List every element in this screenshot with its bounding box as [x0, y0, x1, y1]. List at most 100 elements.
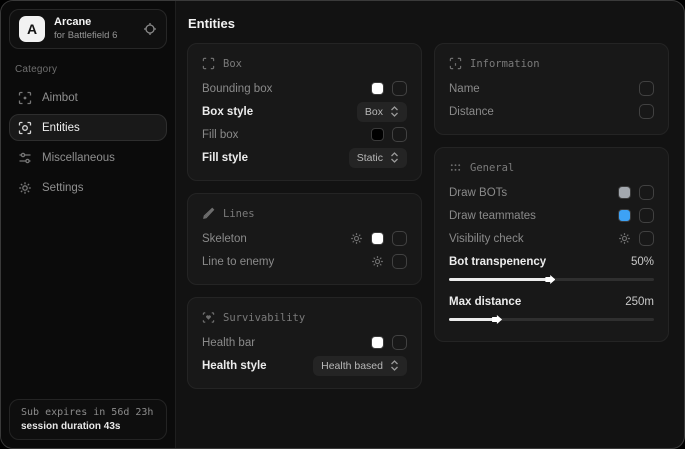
- line-to-enemy-row: Line to enemy: [202, 250, 407, 273]
- page-title: Entities: [188, 16, 669, 31]
- row-label: Line to enemy: [202, 256, 274, 268]
- health-style-row: Health style Health based: [202, 354, 407, 377]
- slider-fill: [449, 278, 547, 281]
- visibility-check-settings-gear-icon[interactable]: [618, 232, 631, 245]
- aimbot-crosshair-icon: [18, 91, 32, 105]
- section-title: Lines: [223, 208, 255, 220]
- bounding-box-row: Bounding box: [202, 77, 407, 100]
- draw-bots-checkbox[interactable]: [639, 185, 654, 200]
- draw-teammates-row: Draw teammates: [449, 204, 654, 227]
- dropdown-value: Static: [357, 152, 383, 164]
- bounding-box-checkbox[interactable]: [392, 81, 407, 96]
- information-section: Information Name Distance: [434, 43, 669, 135]
- row-label: Max distance: [449, 296, 521, 308]
- row-label: Name: [449, 83, 480, 95]
- sidebar: A Arcane for Battlefield 6 Category: [1, 1, 176, 448]
- line-to-enemy-checkbox[interactable]: [392, 254, 407, 269]
- skeleton-row: Skeleton: [202, 227, 407, 250]
- box-scan-icon: [202, 57, 215, 70]
- slider-thumb-arrow-icon[interactable]: [545, 275, 555, 284]
- fill-box-checkbox[interactable]: [392, 127, 407, 142]
- survivability-section: Survivability Health bar Health style He…: [187, 297, 422, 389]
- chevrons-up-down-icon: [390, 360, 399, 371]
- row-label: Box style: [202, 106, 253, 118]
- sub-expiry-text: Sub expires in 56d 23h: [21, 407, 155, 418]
- distance-checkbox[interactable]: [639, 104, 654, 119]
- sidebar-item-label: Settings: [42, 182, 84, 194]
- information-scan-icon: [449, 57, 462, 70]
- chevrons-up-down-icon: [390, 152, 399, 163]
- survivability-heart-scan-icon: [202, 311, 215, 324]
- box-style-row: Box style Box: [202, 100, 407, 123]
- main-panel: Entities Box Bounding box: [176, 1, 684, 448]
- bot-transparency-slider[interactable]: [449, 275, 654, 284]
- pencil-line-icon: [202, 207, 215, 220]
- sidebar-item-entities[interactable]: Entities: [9, 114, 167, 141]
- row-label: Health style: [202, 360, 267, 372]
- sidebar-item-aimbot[interactable]: Aimbot: [9, 84, 167, 111]
- skeleton-color-swatch[interactable]: [371, 232, 384, 245]
- draw-teammates-checkbox[interactable]: [639, 208, 654, 223]
- health-bar-color-swatch[interactable]: [371, 336, 384, 349]
- box-style-dropdown[interactable]: Box: [357, 102, 407, 122]
- sidebar-item-label: Entities: [42, 122, 80, 134]
- crosshair-icon[interactable]: [143, 22, 157, 36]
- dropdown-value: Box: [365, 106, 383, 118]
- row-label: Draw BOTs: [449, 187, 507, 199]
- skeleton-settings-gear-icon[interactable]: [350, 232, 363, 245]
- draw-bots-color-swatch[interactable]: [618, 186, 631, 199]
- section-title: Information: [470, 58, 540, 70]
- name-row: Name: [449, 77, 654, 100]
- line-to-enemy-settings-gear-icon[interactable]: [371, 255, 384, 268]
- bot-transparency-row: Bot transpenency 50%: [449, 250, 654, 290]
- section-title: Box: [223, 58, 242, 70]
- slider-fill: [449, 318, 494, 321]
- bounding-box-color-swatch[interactable]: [371, 82, 384, 95]
- category-label: Category: [15, 64, 161, 75]
- app-title: Arcane: [54, 16, 117, 30]
- row-label: Visibility check: [449, 233, 524, 245]
- health-bar-checkbox[interactable]: [392, 335, 407, 350]
- fill-style-dropdown[interactable]: Static: [349, 148, 407, 168]
- fill-box-row: Fill box: [202, 123, 407, 146]
- max-distance-slider[interactable]: [449, 315, 654, 324]
- fill-box-color-swatch[interactable]: [371, 128, 384, 141]
- gear-icon: [18, 181, 32, 195]
- fill-style-row: Fill style Static: [202, 146, 407, 169]
- app-window: A Arcane for Battlefield 6 Category: [0, 0, 685, 449]
- max-distance-row: Max distance 250m: [449, 290, 654, 330]
- section-title: General: [470, 162, 514, 174]
- sliders-icon: [18, 151, 32, 165]
- name-checkbox[interactable]: [639, 81, 654, 96]
- health-style-dropdown[interactable]: Health based: [313, 356, 407, 376]
- draw-bots-row: Draw BOTs: [449, 181, 654, 204]
- dropdown-value: Health based: [321, 360, 383, 372]
- row-label: Distance: [449, 106, 494, 118]
- sidebar-item-label: Aimbot: [42, 92, 78, 104]
- app-subtitle: for Battlefield 6: [54, 30, 117, 42]
- subscription-info-card: Sub expires in 56d 23h session duration …: [9, 399, 167, 440]
- draw-teammates-color-swatch[interactable]: [618, 209, 631, 222]
- chevrons-up-down-icon: [390, 106, 399, 117]
- skeleton-checkbox[interactable]: [392, 231, 407, 246]
- row-label: Fill box: [202, 129, 238, 141]
- health-bar-row: Health bar: [202, 331, 407, 354]
- sidebar-nav: Aimbot Entities: [9, 84, 167, 201]
- box-section: Box Bounding box Box style Box: [187, 43, 422, 181]
- general-grid-icon: [449, 161, 462, 174]
- max-distance-value: 250m: [625, 296, 654, 308]
- bot-transparency-value: 50%: [631, 256, 654, 268]
- row-label: Skeleton: [202, 233, 247, 245]
- slider-thumb-arrow-icon[interactable]: [492, 315, 502, 324]
- sidebar-item-miscellaneous[interactable]: Miscellaneous: [9, 144, 167, 171]
- general-section: General Draw BOTs Draw teammates: [434, 147, 669, 342]
- app-logo: A: [19, 16, 45, 42]
- logo-card: A Arcane for Battlefield 6: [9, 9, 167, 49]
- row-label: Health bar: [202, 337, 255, 349]
- session-duration-text: session duration 43s: [21, 421, 155, 432]
- visibility-check-checkbox[interactable]: [639, 231, 654, 246]
- distance-row: Distance: [449, 100, 654, 123]
- row-label: Bounding box: [202, 83, 272, 95]
- sidebar-item-label: Miscellaneous: [42, 152, 115, 164]
- sidebar-item-settings[interactable]: Settings: [9, 174, 167, 201]
